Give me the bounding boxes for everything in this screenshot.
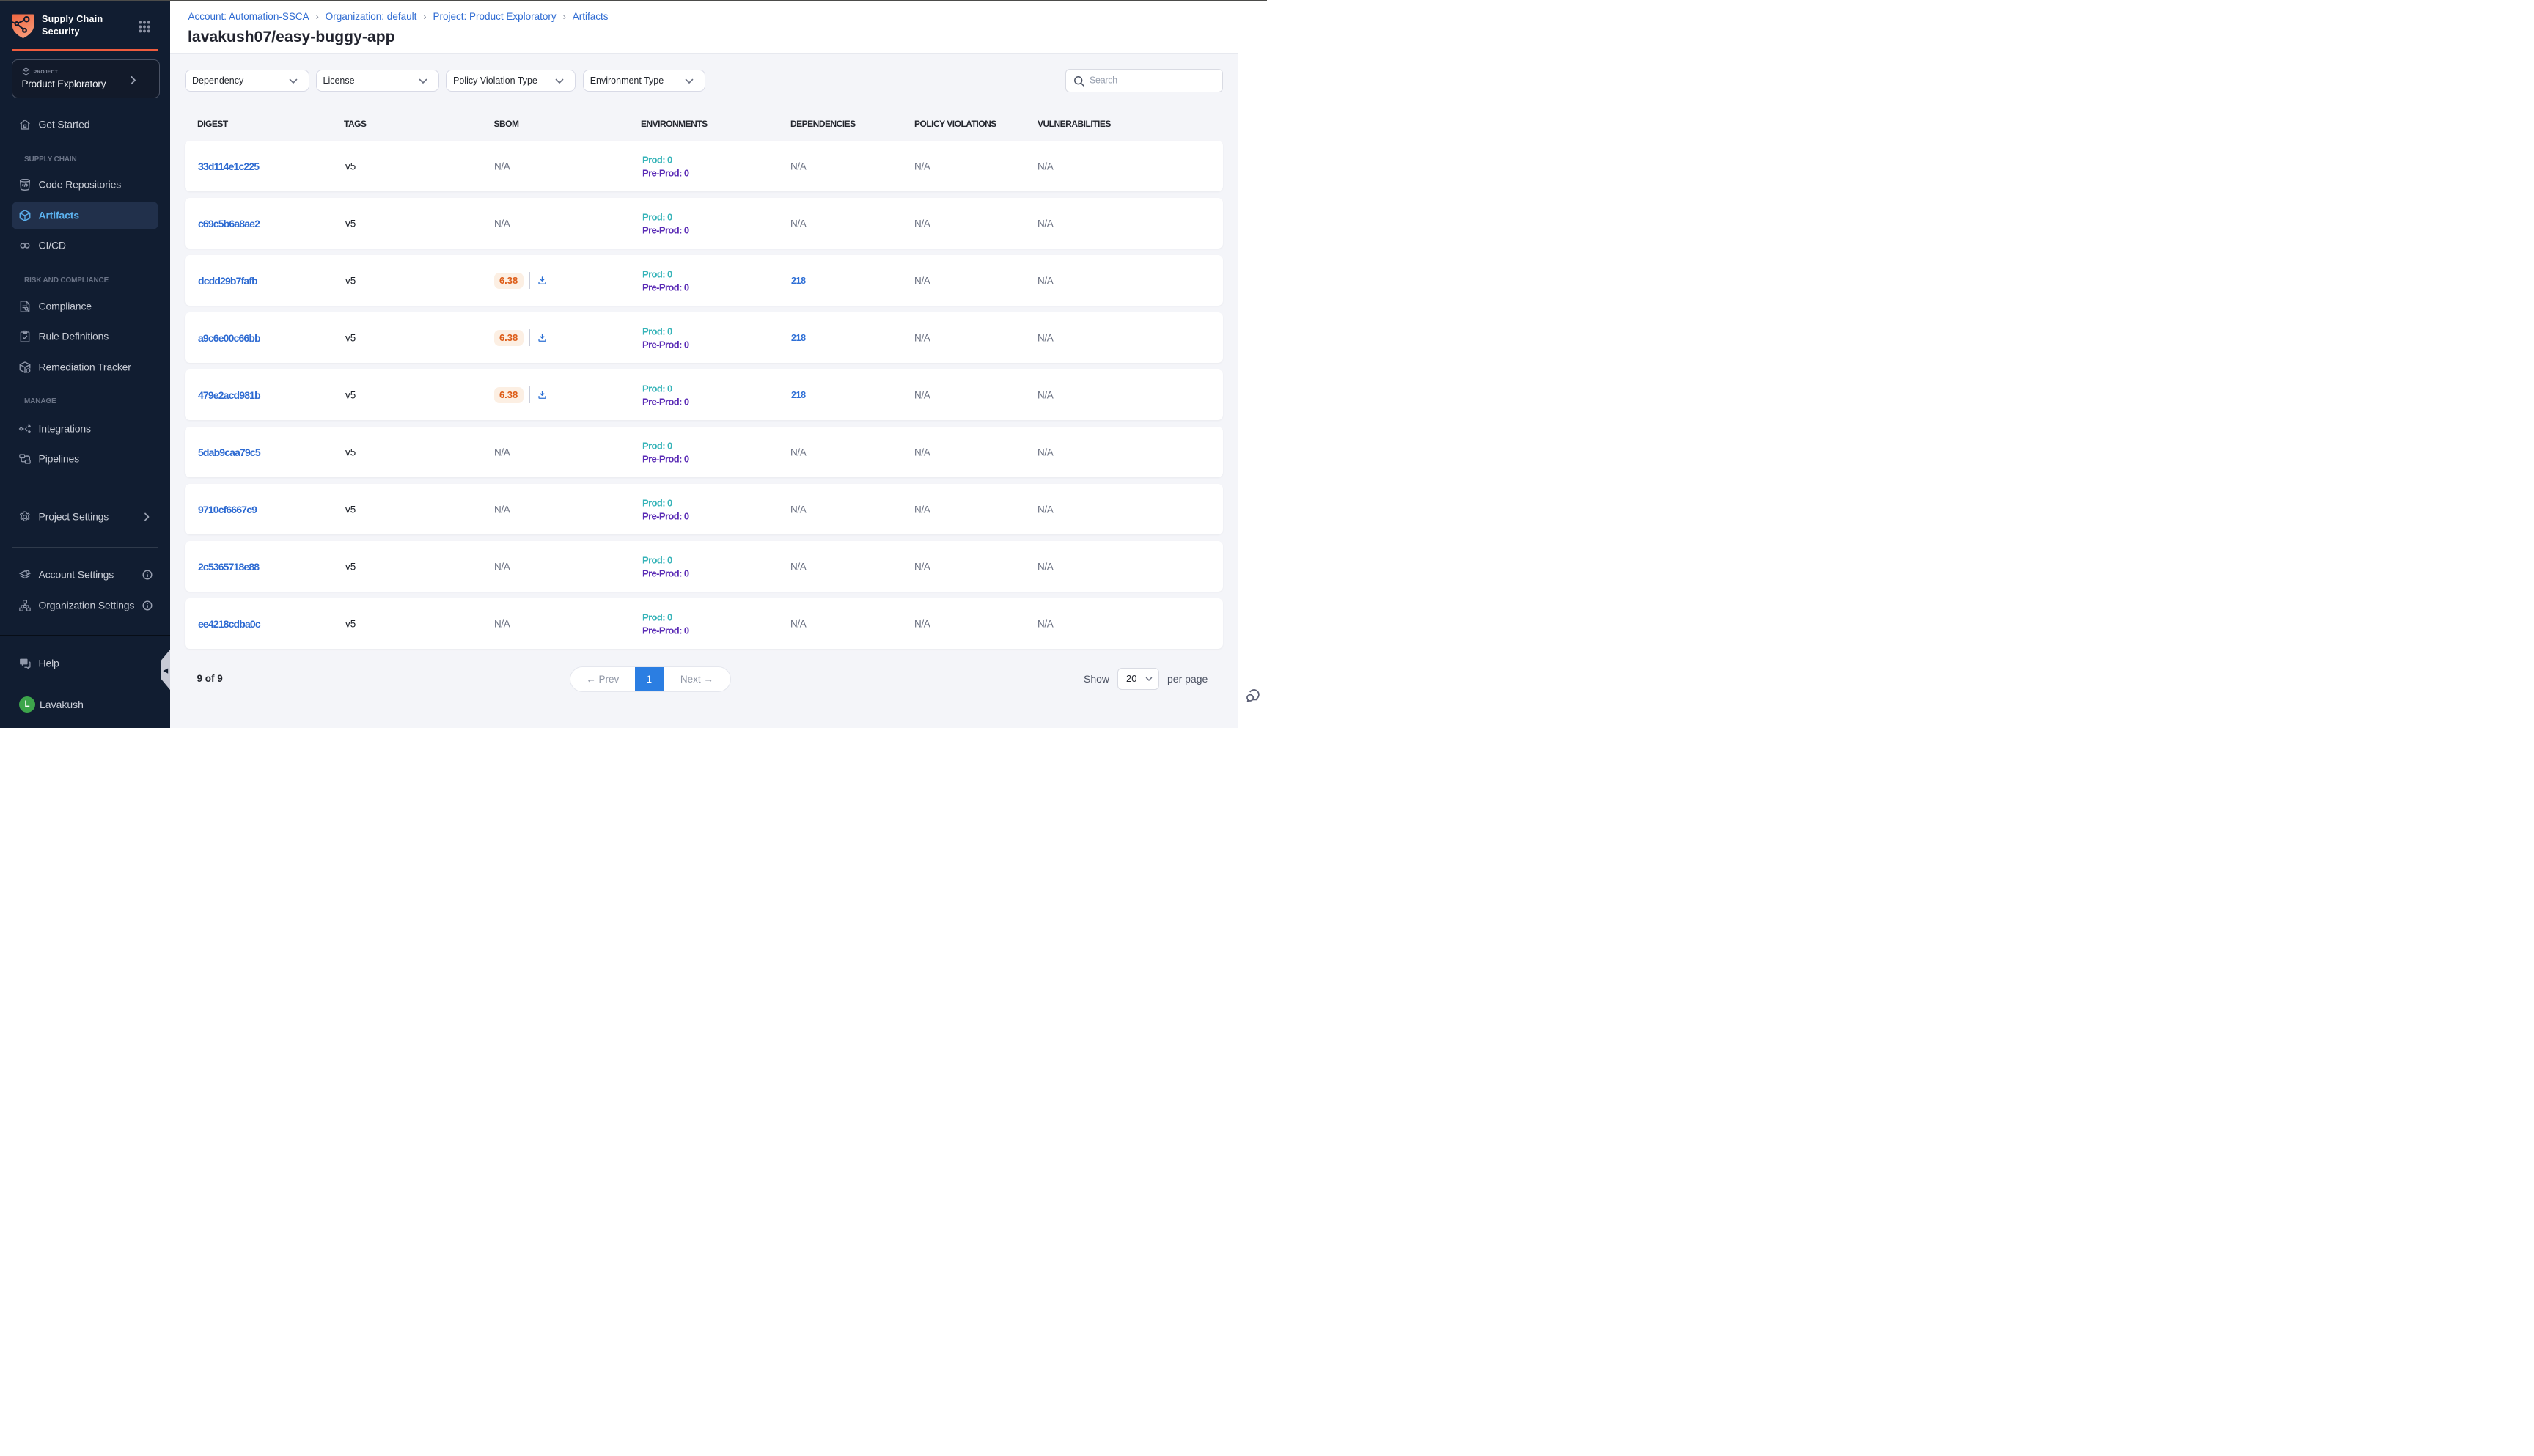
- svg-text:?: ?: [22, 660, 25, 665]
